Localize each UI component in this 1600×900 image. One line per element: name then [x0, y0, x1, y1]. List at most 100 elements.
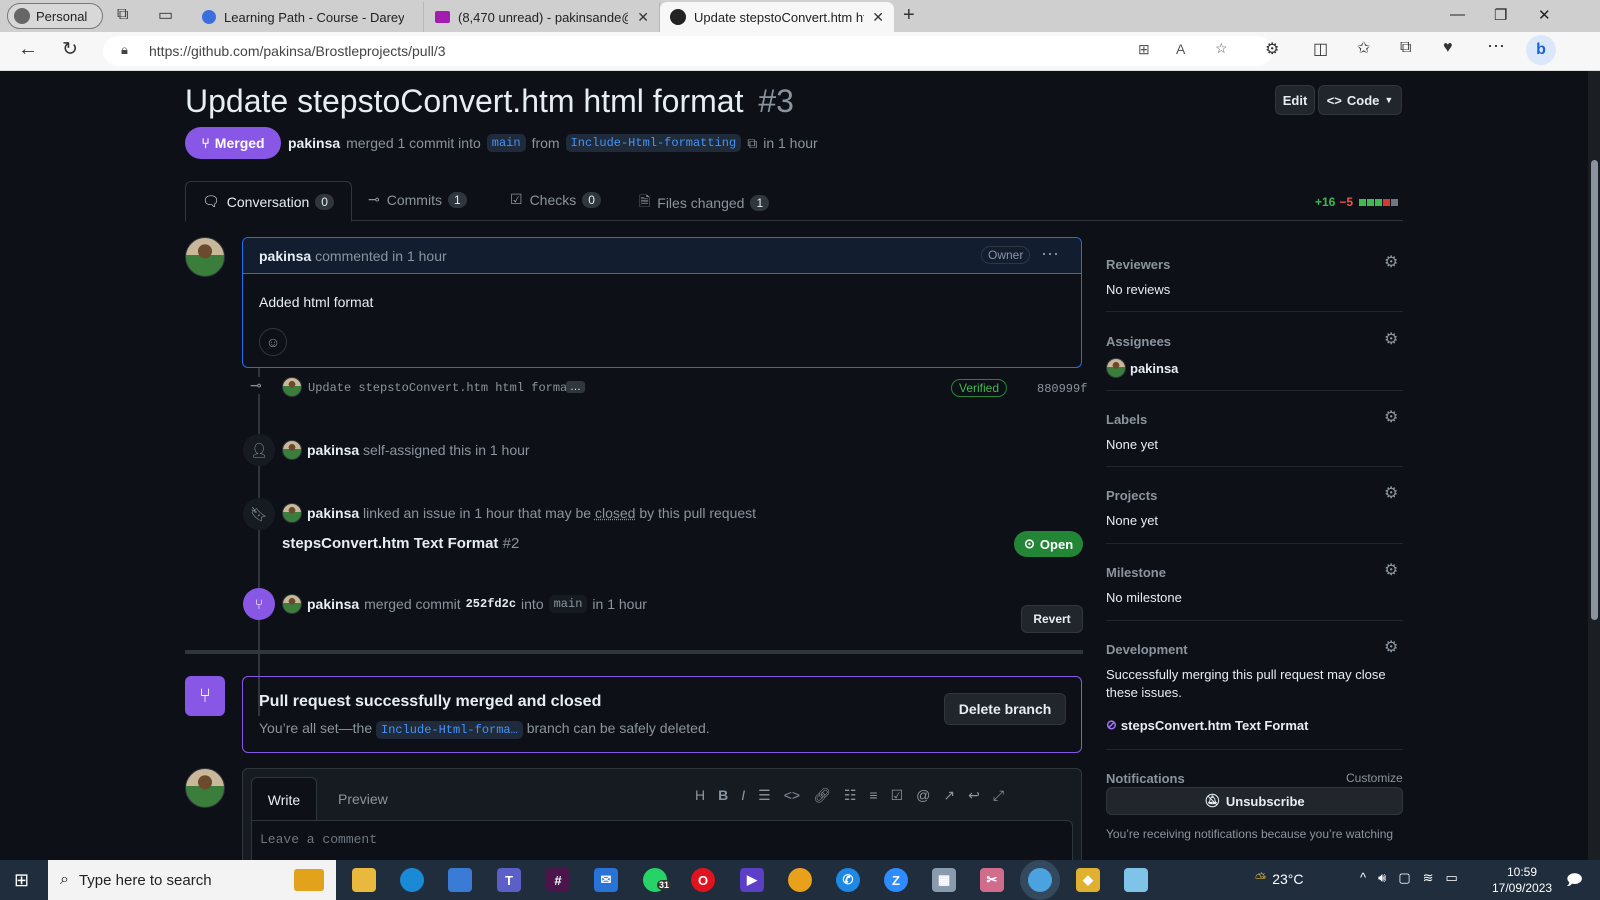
- tab-commits[interactable]: ⊸ Commits 1: [368, 191, 467, 208]
- mail-icon[interactable]: ✉: [594, 868, 618, 892]
- write-tab[interactable]: Write: [251, 777, 317, 821]
- reply-icon[interactable]: ↩: [968, 787, 980, 804]
- browser-tab-github[interactable]: Update stepstoConvert.htm html ✕: [660, 2, 894, 32]
- restore-icon[interactable]: ❐: [1494, 6, 1507, 24]
- cross-reference-icon[interactable]: ↗: [943, 787, 955, 804]
- code-button[interactable]: <> Code ▼: [1318, 85, 1402, 115]
- notepad-icon[interactable]: [1124, 868, 1148, 892]
- event-user[interactable]: pakinsa: [307, 505, 359, 521]
- issue-title[interactable]: stepsConvert.htm Text Format: [282, 535, 498, 552]
- microsoft-store-icon[interactable]: [448, 868, 472, 892]
- avatar[interactable]: [282, 594, 302, 614]
- revert-button[interactable]: Revert: [1021, 605, 1083, 633]
- bold-icon[interactable]: B: [718, 787, 728, 804]
- notifications-icon[interactable]: 🗩︎: [1566, 870, 1583, 895]
- performance-icon[interactable]: ♥: [1443, 39, 1453, 57]
- more-menu-icon[interactable]: ⋯: [1487, 36, 1505, 57]
- extensions-icon[interactable]: ⚙: [1265, 39, 1279, 59]
- edit-button[interactable]: Edit: [1275, 85, 1315, 115]
- tab-files-changed[interactable]: 🗎︎ Files changed 1: [639, 191, 770, 215]
- mention-icon[interactable]: @: [916, 787, 930, 804]
- workspaces-icon[interactable]: ⧉: [117, 6, 128, 24]
- unsubscribe-button[interactable]: 🔕︎ Unsubscribe: [1106, 787, 1403, 815]
- gear-icon[interactable]: ⚙: [1384, 637, 1398, 657]
- taskbar-search[interactable]: ⌕ Type here to search: [48, 860, 336, 900]
- task-list-icon[interactable]: ☑: [891, 787, 904, 804]
- event-user[interactable]: pakinsa: [307, 596, 359, 612]
- copy-icon[interactable]: ⧉: [747, 135, 757, 152]
- add-reaction-icon[interactable]: ☺: [259, 328, 287, 356]
- app-icon[interactable]: ▶: [740, 868, 764, 892]
- gear-icon[interactable]: ⚙: [1384, 329, 1398, 349]
- tab-actions-icon[interactable]: ▭: [158, 5, 173, 25]
- gear-icon[interactable]: ⚙: [1384, 483, 1398, 503]
- pr-author-link[interactable]: pakinsa: [288, 135, 340, 151]
- split-screen-icon[interactable]: ◫: [1313, 39, 1328, 59]
- quote-icon[interactable]: ☰: [758, 787, 771, 804]
- whatsapp-icon[interactable]: 31: [643, 868, 672, 892]
- merge-commit-sha[interactable]: 252fd2c: [466, 597, 516, 611]
- app-available-icon[interactable]: ⊞: [1138, 41, 1150, 58]
- head-branch[interactable]: Include-Html-formatting: [565, 134, 742, 152]
- commit-message[interactable]: Update stepstoConvert.htm html format: [308, 381, 574, 395]
- commit-expand-button[interactable]: …: [566, 381, 585, 393]
- ordered-list-icon[interactable]: ≡: [869, 787, 877, 804]
- tab-conversation[interactable]: 🗨︎ Conversation 0: [185, 181, 352, 222]
- development-issue[interactable]: ⊘ stepsConvert.htm Text Format: [1106, 717, 1308, 733]
- edge-icon[interactable]: [400, 868, 424, 892]
- app-icon-2[interactable]: ◆: [1076, 868, 1100, 892]
- url-field[interactable]: 🔒︎ https://github.com/pakinsa/Brostlepro…: [103, 36, 1273, 66]
- code-icon[interactable]: <>: [784, 787, 800, 804]
- zoom-icon[interactable]: Z: [884, 868, 908, 892]
- favorite-star-icon[interactable]: ☆: [1215, 40, 1228, 57]
- customize-link[interactable]: Customize: [1346, 771, 1403, 785]
- development-heading[interactable]: Development: [1106, 642, 1188, 657]
- read-aloud-icon[interactable]: A: [1176, 41, 1185, 57]
- scrollbar-thumb[interactable]: [1591, 160, 1598, 620]
- comment-textarea[interactable]: Leave a comment: [251, 820, 1073, 860]
- avatar[interactable]: [185, 768, 225, 808]
- edge-active-icon[interactable]: [1028, 868, 1052, 892]
- avatar[interactable]: [282, 377, 302, 397]
- snipping-icon[interactable]: ✂: [980, 868, 1004, 892]
- meet-icon[interactable]: ▢: [1398, 870, 1410, 886]
- gear-icon[interactable]: ⚙: [1384, 407, 1398, 427]
- development-issue-title[interactable]: stepsConvert.htm Text Format: [1121, 718, 1309, 733]
- avatar[interactable]: [282, 503, 302, 523]
- back-icon[interactable]: ←: [18, 38, 38, 61]
- phone-icon[interactable]: ✆: [836, 868, 860, 892]
- file-explorer-icon[interactable]: [352, 868, 376, 892]
- assignee-name[interactable]: pakinsa: [1130, 361, 1178, 376]
- gear-icon[interactable]: ⚙: [1384, 252, 1398, 272]
- base-branch[interactable]: main: [548, 595, 588, 613]
- milestone-heading[interactable]: Milestone: [1106, 565, 1166, 580]
- linked-issue[interactable]: stepsConvert.htm Text Format #2: [282, 535, 519, 552]
- commit-sha[interactable]: 880999f: [1037, 382, 1087, 396]
- avatar[interactable]: [185, 237, 225, 277]
- assignees-heading[interactable]: Assignees: [1106, 334, 1171, 349]
- close-tab-icon[interactable]: ✕: [637, 9, 649, 26]
- tab-checks[interactable]: ☑︎ Checks 0: [510, 191, 601, 208]
- volume-icon[interactable]: 🔊︎: [1378, 870, 1386, 886]
- avatar[interactable]: [282, 440, 302, 460]
- refresh-icon[interactable]: ↻: [62, 38, 78, 61]
- projects-heading[interactable]: Projects: [1106, 488, 1157, 503]
- unordered-list-icon[interactable]: ☷: [844, 787, 857, 804]
- close-window-icon[interactable]: ✕: [1538, 6, 1551, 24]
- new-tab-icon[interactable]: +: [903, 4, 915, 27]
- head-branch[interactable]: Include-Html-forma…: [376, 721, 523, 739]
- browser-tab-darey[interactable]: Learning Path - Course - Darey.ic: [192, 2, 424, 32]
- bing-copilot-icon[interactable]: b: [1526, 35, 1556, 65]
- base-branch[interactable]: main: [486, 134, 526, 152]
- link-icon[interactable]: 🔗︎: [813, 787, 831, 804]
- minimize-icon[interactable]: —: [1450, 6, 1465, 23]
- teams-icon[interactable]: T: [497, 868, 521, 892]
- event-user[interactable]: pakinsa: [307, 442, 359, 458]
- delete-branch-button[interactable]: Delete branch: [944, 693, 1066, 725]
- chevron-up-icon[interactable]: ^: [1360, 870, 1366, 886]
- heading-icon[interactable]: H: [695, 787, 705, 804]
- close-tab-icon[interactable]: ✕: [872, 9, 884, 26]
- wifi-icon[interactable]: ≋: [1423, 870, 1434, 886]
- verified-badge[interactable]: Verified: [951, 379, 1008, 397]
- comment-author[interactable]: pakinsa: [259, 248, 311, 264]
